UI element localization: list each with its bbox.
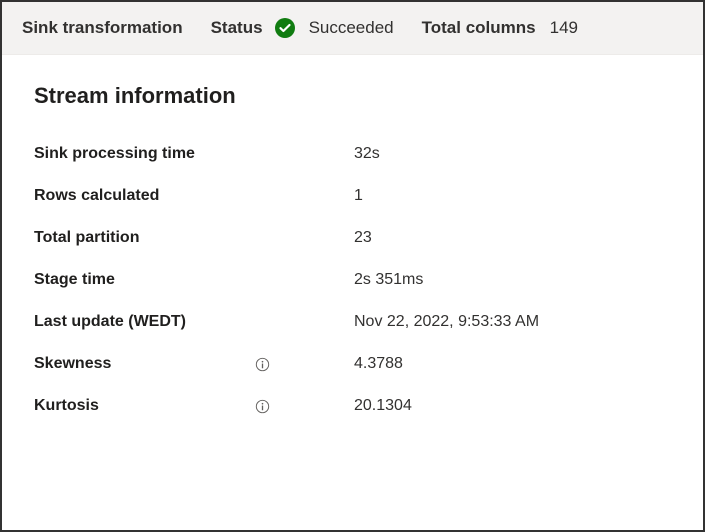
info-value: 32s [354,145,380,163]
info-icon-cell [254,398,354,414]
stream-info-panel: Stream information Sink processing time 3… [2,55,703,447]
total-columns-label: Total columns [422,18,536,38]
info-icon[interactable] [254,356,270,372]
info-value: 1 [354,187,363,205]
info-value: Nov 22, 2022, 9:53:33 AM [354,313,539,331]
info-label: Kurtosis [34,397,254,415]
info-icon-cell [254,356,354,372]
info-row: Rows calculated 1 [34,175,671,217]
info-value: 2s 351ms [354,271,423,289]
total-columns-value: 149 [550,18,578,38]
status-label: Status [211,18,263,38]
info-label: Last update (WEDT) [34,313,254,331]
info-row: Last update (WEDT) Nov 22, 2022, 9:53:33 … [34,301,671,343]
transformation-label: Sink transformation [22,18,183,38]
info-label: Rows calculated [34,187,254,205]
info-label: Total partition [34,229,254,247]
info-row: Total partition 23 [34,217,671,259]
status-value: Succeeded [309,18,394,38]
info-label: Stage time [34,271,254,289]
info-value: 4.3788 [354,355,403,373]
header-bar: Sink transformation Status Succeeded Tot… [2,2,703,55]
info-icon[interactable] [254,398,270,414]
info-rows-container: Sink processing time 32s Rows calculated 1 T… [34,133,671,427]
info-row: Skewness 4.3788 [34,343,671,385]
info-value: 23 [354,229,372,247]
section-title: Stream information [34,83,671,109]
success-check-icon [275,18,295,38]
info-row: Kurtosis 20.1304 [34,385,671,427]
info-label: Sink processing time [34,145,254,163]
info-row: Sink processing time 32s [34,133,671,175]
info-label: Skewness [34,355,254,373]
info-row: Stage time 2s 351ms [34,259,671,301]
info-value: 20.1304 [354,397,412,415]
